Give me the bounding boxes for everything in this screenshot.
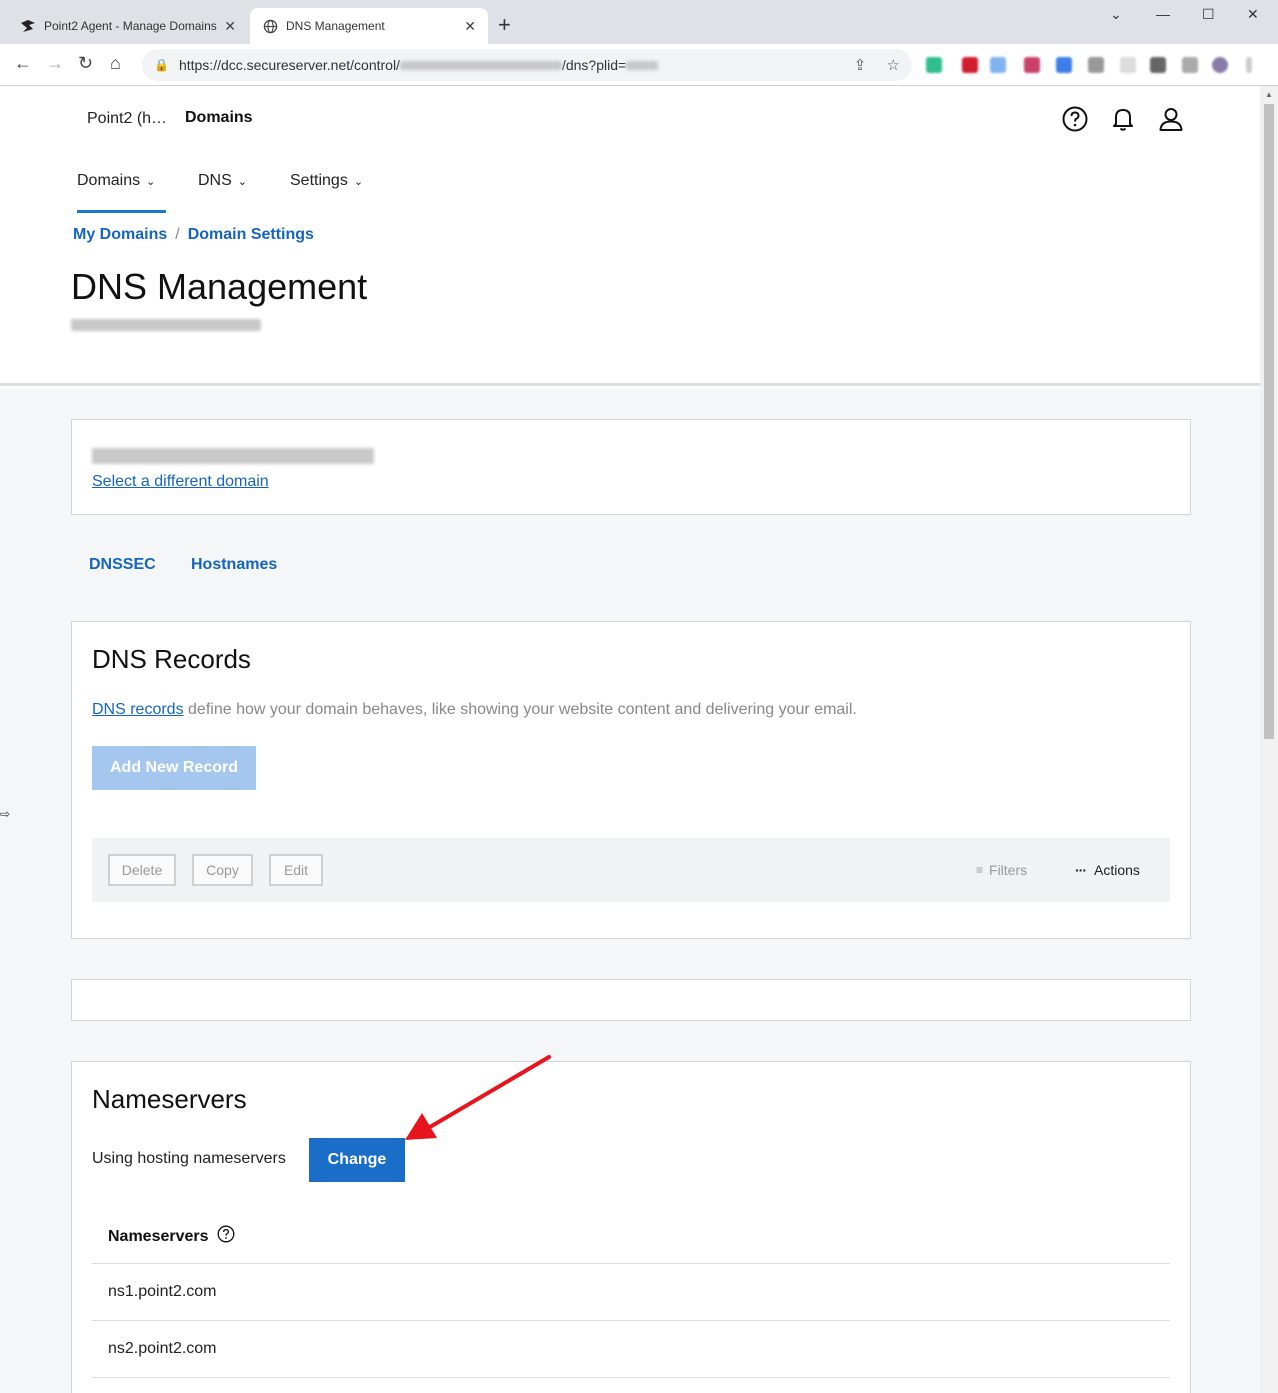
nav-domains[interactable]: Domains ⌄	[77, 172, 155, 190]
nameservers-card: Nameservers Using hosting nameservers Ch…	[71, 1061, 1191, 1393]
change-nameservers-button[interactable]: Change	[309, 1138, 405, 1182]
help-icon[interactable]	[217, 1225, 235, 1248]
breadcrumb-my-domains[interactable]: My Domains	[73, 226, 167, 244]
tab-dnssec[interactable]: DNSSEC	[89, 556, 156, 574]
tab-search-icon[interactable]: ⌄	[1110, 6, 1122, 23]
page-title: DNS Management	[71, 266, 368, 307]
filters-button[interactable]: ≡ Filters	[976, 862, 1027, 878]
tab-title: DNS Management	[286, 19, 385, 33]
scrollbar-thumb[interactable]	[1264, 104, 1274, 739]
user-icon[interactable]	[1158, 106, 1184, 132]
close-icon[interactable]: ✕	[224, 18, 236, 35]
chevron-down-icon: ⌄	[353, 175, 364, 188]
nameservers-column-header: Nameservers	[108, 1225, 235, 1248]
page-scrollbar[interactable]: ▲	[1260, 86, 1278, 1393]
extension-icon[interactable]	[962, 57, 978, 73]
add-new-record-button[interactable]: Add New Record	[92, 746, 256, 790]
extension-icon[interactable]	[1088, 57, 1104, 73]
actions-button[interactable]: ··· Actions	[1075, 862, 1140, 878]
nameserver-row: ns2.point2.com	[92, 1320, 1170, 1377]
dns-records-card: DNS Records DNS records define how your …	[71, 621, 1191, 939]
extension-icon[interactable]	[926, 57, 942, 73]
forward-icon[interactable]: →	[46, 53, 64, 74]
dns-records-link[interactable]: DNS records	[92, 701, 184, 718]
more-dots-icon: ···	[1075, 862, 1087, 878]
dns-records-description: DNS records define how your domain behav…	[92, 701, 857, 719]
nav-label: DNS	[198, 172, 232, 189]
actions-label: Actions	[1094, 862, 1140, 878]
chevron-down-icon: ⌄	[237, 175, 247, 188]
lock-icon: 🔒	[154, 58, 169, 72]
nav-dns[interactable]: DNS ⌄	[198, 172, 247, 190]
new-tab-icon[interactable]: +	[498, 12, 511, 38]
delete-button[interactable]: Delete	[108, 854, 176, 886]
browser-toolbar: ← → ↻ ⌂ 🔒 https://dcc.secureserver.net/c…	[0, 44, 1278, 86]
filters-label: Filters	[989, 862, 1028, 878]
nameservers-title: Nameservers	[92, 1084, 247, 1114]
account-name[interactable]: Point2 (h…	[87, 110, 167, 128]
help-icon[interactable]	[1062, 106, 1088, 132]
breadcrumb: My Domains / Domain Settings	[73, 226, 314, 244]
nav-settings[interactable]: Settings ⌄	[290, 172, 363, 190]
nameserver-row	[92, 1377, 1170, 1393]
tab-hostnames[interactable]: Hostnames	[191, 556, 277, 574]
extension-icon[interactable]	[990, 57, 1006, 73]
nameserver-status: Using hosting nameservers	[92, 1150, 286, 1167]
scroll-up-icon[interactable]: ▲	[1265, 90, 1273, 99]
redacted-url-param	[626, 60, 659, 70]
reload-icon[interactable]: ↻	[78, 53, 93, 74]
browser-tab-bar: Point2 Agent - Manage Domains ✕ DNS Mana…	[0, 0, 1278, 44]
site-header: Point2 (h… Domains Domains ⌄ DNS ⌄ Setti…	[0, 86, 1260, 386]
domain-card: Select a different domain	[71, 419, 1191, 515]
filter-icon: ≡	[976, 863, 984, 877]
point2-logo-icon	[20, 18, 36, 34]
extension-icon[interactable]	[1056, 57, 1072, 73]
extension-icon[interactable]	[1120, 57, 1136, 73]
window-close-icon[interactable]: ✕	[1247, 6, 1259, 23]
extension-icon[interactable]	[1150, 57, 1166, 73]
extension-icon[interactable]	[1182, 57, 1198, 73]
breadcrumb-separator: /	[175, 226, 180, 243]
dns-records-title: DNS Records	[92, 644, 251, 674]
active-nav-indicator	[77, 210, 166, 213]
profile-avatar[interactable]	[1212, 57, 1228, 73]
chevron-down-icon: ⌄	[146, 175, 156, 188]
empty-card	[71, 979, 1191, 1021]
select-different-domain-link[interactable]: Select a different domain	[92, 473, 269, 491]
extension-icon[interactable]	[1024, 57, 1040, 73]
nav-label: Domains	[77, 172, 141, 189]
records-toolbar: Delete Copy Edit ≡ Filters ··· Actions	[92, 838, 1170, 902]
browser-tab-active[interactable]: DNS Management ✕	[250, 8, 488, 44]
breadcrumb-domain-settings[interactable]: Domain Settings	[188, 226, 314, 244]
tab-title: Point2 Agent - Manage Domains	[44, 19, 217, 33]
redacted-domain-name	[92, 448, 374, 464]
nav-label: Settings	[290, 172, 348, 189]
home-icon[interactable]: ⌂	[110, 53, 121, 74]
description-text: define how your domain behaves, like sho…	[183, 701, 857, 718]
product-name[interactable]: Domains	[185, 109, 253, 127]
globe-icon	[262, 18, 278, 34]
close-icon[interactable]: ✕	[464, 18, 476, 35]
edit-button[interactable]: Edit	[269, 854, 323, 886]
resize-cursor-icon: ⇨	[0, 807, 11, 821]
nameserver-row: ns1.point2.com	[92, 1263, 1170, 1320]
maximize-icon[interactable]: ☐	[1202, 6, 1215, 23]
minimize-icon[interactable]: —	[1156, 6, 1170, 22]
copy-button[interactable]: Copy	[192, 854, 253, 886]
share-icon[interactable]: ⇪	[854, 57, 867, 74]
address-bar[interactable]: 🔒 https://dcc.secureserver.net/control/ …	[142, 49, 912, 81]
page-content: Point2 (h… Domains Domains ⌄ DNS ⌄ Setti…	[0, 86, 1260, 1393]
bell-icon[interactable]	[1110, 106, 1136, 132]
redacted-domain-subtitle	[71, 319, 261, 331]
browser-tab[interactable]: Point2 Agent - Manage Domains ✕	[8, 8, 248, 44]
menu-icon[interactable]	[1246, 57, 1252, 73]
column-header-label: Nameservers	[108, 1227, 209, 1245]
bookmark-star-icon[interactable]: ☆	[887, 57, 900, 74]
redacted-url-segment	[399, 60, 562, 70]
url-prefix: https://dcc.secureserver.net/control/	[178, 57, 400, 73]
back-icon[interactable]: ←	[14, 53, 32, 74]
url-suffix: /dns?plid=	[561, 57, 627, 73]
